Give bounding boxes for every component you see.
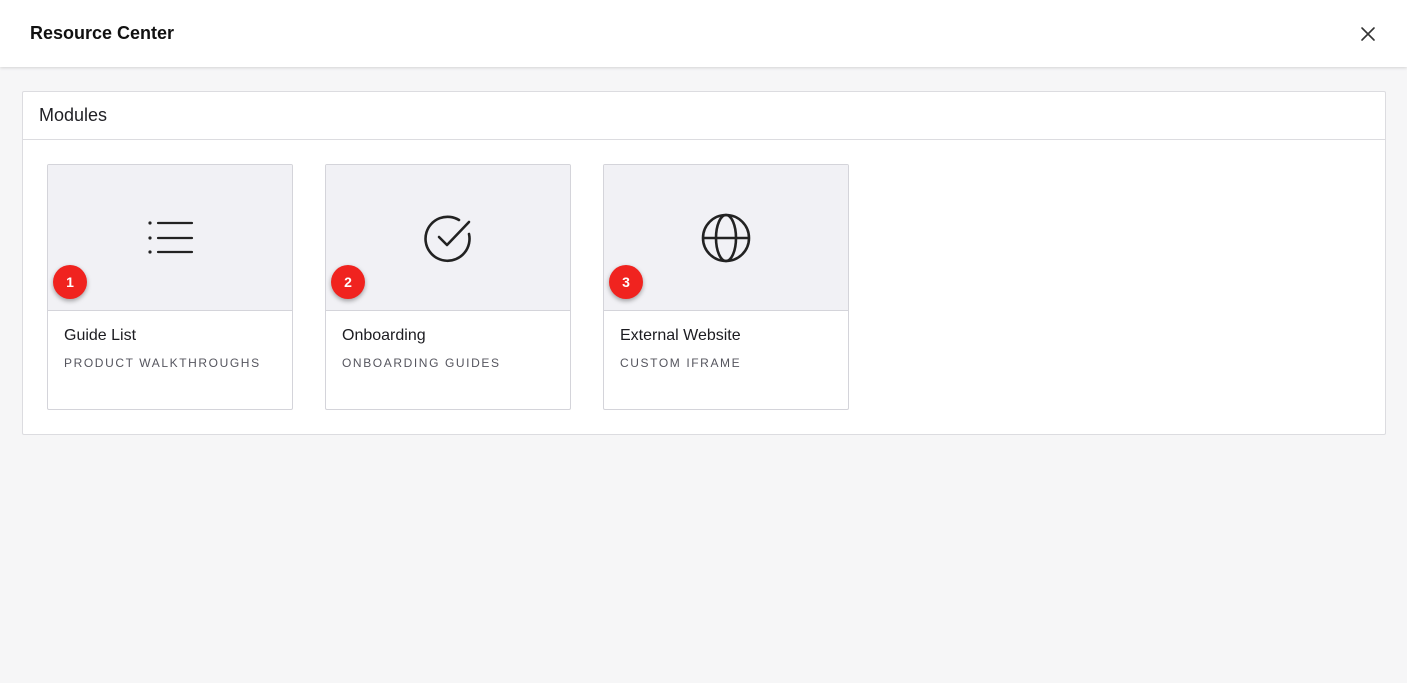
step-badge: 3 [609, 265, 643, 299]
step-badge: 1 [53, 265, 87, 299]
card-media: 1 [48, 165, 292, 311]
module-card-guide-list[interactable]: 1 Guide List PRODUCT WALKTHROUGHS [47, 164, 293, 410]
module-card-external-website[interactable]: 3 External Website CUSTOM IFRAME [603, 164, 849, 410]
card-title: External Website [620, 327, 741, 344]
modules-panel: Modules 1 Guide List PRODUCT WALKTHROUGH… [22, 91, 1386, 435]
modules-header: Modules [23, 92, 1385, 140]
close-icon [1361, 26, 1375, 41]
module-card-onboarding[interactable]: 2 Onboarding ONBOARDING GUIDES [325, 164, 571, 410]
card-subtitle: CUSTOM IFRAME [620, 356, 742, 370]
list-icon [148, 220, 194, 254]
card-subtitle: PRODUCT WALKTHROUGHS [64, 356, 261, 370]
card-title: Onboarding [342, 327, 426, 344]
step-badge: 2 [331, 265, 365, 299]
card-subtitle: ONBOARDING GUIDES [342, 356, 501, 370]
check-circle-icon [424, 214, 471, 262]
header-bar: Resource Center [0, 0, 1407, 67]
card-title: Guide List [64, 327, 137, 344]
globe-icon [701, 213, 751, 262]
page-title: Resource Center [30, 23, 175, 43]
card-media: 2 [326, 165, 570, 311]
card-media: 3 [604, 165, 848, 311]
module-cards: 1 Guide List PRODUCT WALKTHROUGHS 2 Onbo… [47, 164, 849, 410]
close-button[interactable] [1356, 22, 1380, 46]
